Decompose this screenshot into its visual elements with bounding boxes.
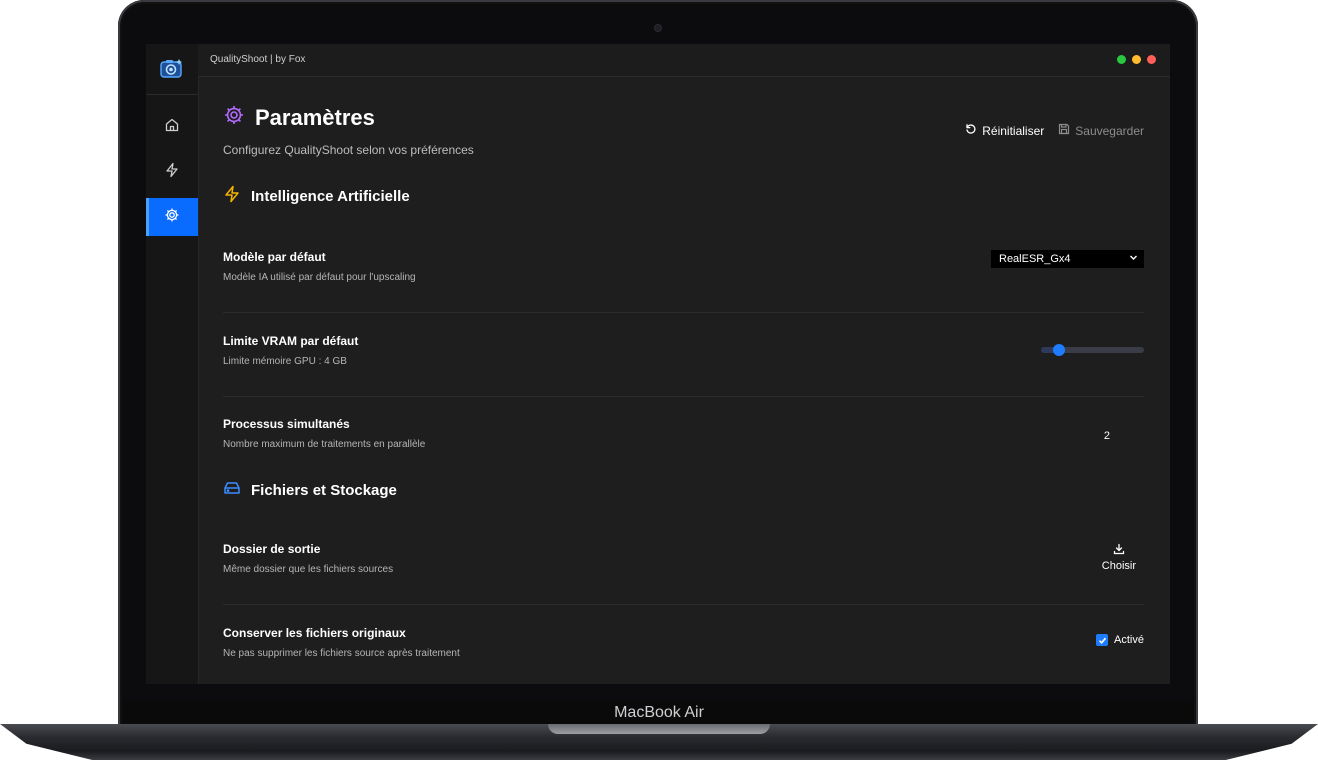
choose-folder-label: Choisir [1101,560,1136,572]
setting-label: Processus simultanés [223,417,350,431]
window-controls [1117,55,1156,64]
app-window: QualityShoot | by Fox Paramètres Configu… [146,44,1170,684]
setting-description: Limite mémoire GPU : 4 GB [223,356,347,367]
save-button[interactable]: Sauvegarder [1058,123,1144,138]
setting-description: Nombre maximum de traitements en parallè… [223,439,426,450]
sidebar [146,44,199,684]
reset-icon [965,123,977,138]
sidebar-divider [146,94,198,95]
device-label: MacBook Air [614,704,704,721]
setting-label: Modèle par défaut [223,250,326,264]
keep-originals-state: Activé [1114,634,1144,646]
page-header: Paramètres [223,104,375,131]
model-select-value: RealESR_Gx4 [999,253,1071,265]
chevron-down-icon [1129,253,1138,265]
header-actions: Réinitialiser Sauvegarder [965,123,1144,138]
sidebar-item-home[interactable] [146,108,198,146]
minimize-button[interactable] [1132,55,1141,64]
app-title: QualityShoot | by Fox [210,54,306,65]
choose-folder-button[interactable]: Choisir [1102,543,1136,572]
sidebar-item-settings[interactable] [146,198,198,236]
model-select[interactable]: RealESR_Gx4 [991,250,1144,268]
setting-description: Même dossier que les fichiers sources [223,564,394,575]
bolt-icon [223,185,241,208]
processes-number-input[interactable]: 2 [1104,430,1110,442]
close-button[interactable] [1147,55,1156,64]
checkmark-icon [1098,637,1106,644]
keep-originals-toggle[interactable]: Activé [1096,634,1144,646]
camera-dot [655,25,661,31]
section-files: Fichiers et Stockage [223,479,397,502]
download-icon [1113,543,1125,558]
setting-description: Modèle IA utilisé par défaut pour l'upsc… [223,272,416,283]
reset-button[interactable]: Réinitialiser [965,123,1044,138]
bolt-icon [164,162,180,183]
app-logo-icon [160,58,184,80]
reset-label: Réinitialiser [982,123,1045,138]
drive-icon [223,479,241,502]
home-icon [164,117,180,138]
gear-icon [164,207,180,228]
setting-row-processes: Processus simultanés Nombre maximum de t… [223,417,1144,479]
save-label: Sauvegarder [1075,123,1144,138]
settings-title-icon [223,104,245,131]
maximize-button[interactable] [1117,55,1126,64]
title-bar: QualityShoot | by Fox [198,44,1170,77]
vram-slider-thumb[interactable] [1052,344,1065,356]
vram-slider[interactable] [1041,344,1144,356]
page-title: Paramètres [255,104,375,130]
keep-originals-checkbox[interactable] [1096,634,1109,646]
setting-label: Conserver les fichiers originaux [223,626,406,640]
setting-label: Limite VRAM par défaut [223,334,359,348]
section-ai: Intelligence Artificielle [223,185,410,208]
page-subtitle: Configurez QualityShoot selon vos préfér… [223,143,474,157]
setting-row-vram: Limite VRAM par défaut Limite mémoire GP… [223,334,1144,397]
section-files-title: Fichiers et Stockage [251,482,397,499]
section-ai-title: Intelligence Artificielle [251,188,410,205]
setting-row-output: Dossier de sortie Même dossier que les f… [223,542,1144,605]
setting-row-keep-originals: Conserver les fichiers originaux Ne pas … [223,626,1144,684]
save-icon [1058,123,1070,138]
laptop-notch [548,724,770,734]
setting-label: Dossier de sortie [223,542,321,556]
sidebar-item-process[interactable] [146,153,198,191]
setting-description: Ne pas supprimer les fichiers source apr… [223,648,460,659]
setting-row-model: Modèle par défaut Modèle IA utilisé par … [223,250,1144,313]
